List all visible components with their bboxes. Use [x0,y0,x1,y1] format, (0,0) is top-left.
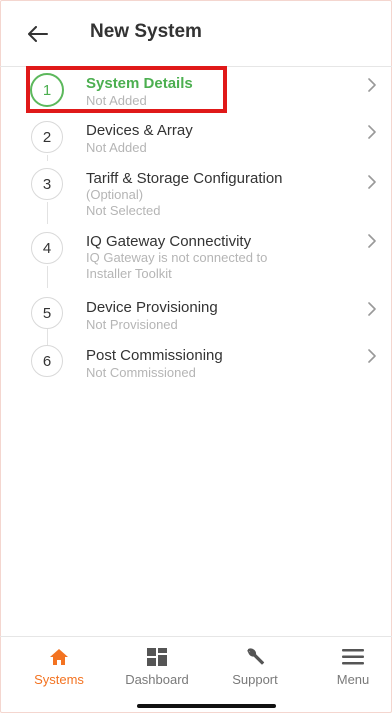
header: New System [0,0,392,67]
step-status: Not Selected [86,203,161,218]
tab-dashboard[interactable]: Dashboard [108,637,206,695]
tab-menu[interactable]: Menu [304,637,392,695]
tab-support[interactable]: Support [206,637,304,695]
tab-label: Menu [336,672,370,687]
step-title: IQ Gateway Connectivity [86,233,252,250]
chevron-right-icon [368,175,376,189]
home-indicator [137,704,276,708]
bottom-tab-bar: Systems Dashboard Support Menu [0,636,392,695]
step-system-details[interactable]: 1 System Details Not Added [0,66,392,113]
step-number-badge: 4 [31,232,63,264]
step-status-line2: Installer Toolkit [86,266,172,281]
step-devices-array[interactable]: 2 Devices & Array Not Added [0,113,392,160]
step-title: Post Commissioning [86,347,223,364]
chevron-right-icon [368,349,376,363]
dashboard-grid-icon [147,648,167,666]
step-title: Tariff & Storage Configuration [86,170,283,187]
tab-label: Dashboard [125,672,189,687]
step-iq-gateway[interactable]: 4 IQ Gateway Connectivity IQ Gateway is … [0,226,392,288]
tab-systems[interactable]: Systems [10,637,108,695]
step-number-badge: 2 [31,121,63,153]
page-title: New System [90,21,202,42]
step-status: Not Provisioned [86,317,178,332]
step-status: Not Added [86,93,147,108]
step-number-badge: 1 [30,73,64,107]
step-status: Not Commissioned [86,365,196,380]
chevron-right-icon [368,125,376,139]
step-number-badge: 5 [31,297,63,329]
back-button[interactable] [24,20,52,48]
hamburger-menu-icon [342,649,364,665]
step-number-badge: 3 [31,168,63,200]
step-title: System Details [86,75,193,92]
step-device-provisioning[interactable]: 5 Device Provisioning Not Provisioned [0,292,392,339]
chevron-right-icon [368,234,376,248]
tab-label: Support [232,672,278,687]
step-status: Not Added [86,140,147,155]
step-optional-label: (Optional) [86,187,144,202]
chevron-right-icon [368,302,376,316]
step-number-badge: 6 [31,345,63,377]
step-tariff-storage[interactable]: 3 Tariff & Storage Configuration (Option… [0,162,392,224]
arrow-left-icon [28,26,48,42]
step-post-commissioning[interactable]: 6 Post Commissioning Not Commissioned [0,340,392,387]
step-status: IQ Gateway is not connected to [86,250,268,265]
tab-label: Systems [34,672,84,687]
wrench-icon [247,648,265,665]
step-title: Devices & Array [86,122,193,139]
chevron-right-icon [368,78,376,92]
home-icon [50,649,68,665]
step-title: Device Provisioning [86,299,218,316]
